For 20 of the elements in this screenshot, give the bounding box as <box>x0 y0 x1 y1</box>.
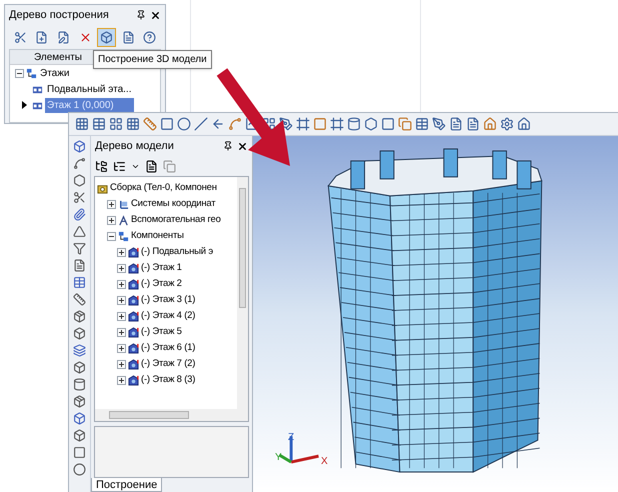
tree-item[interactable]: Вспомогательная гео <box>131 212 221 228</box>
tree-item[interactable]: Сборка (Тел-0, Компонен <box>110 180 217 196</box>
tree-item[interactable]: (-) Подвальный э <box>141 244 213 260</box>
tree-item[interactable]: (-) Этаж 6 (1) <box>141 340 196 356</box>
panel-title: Дерево модели <box>95 138 175 154</box>
tree-item[interactable]: Компоненты <box>131 228 184 244</box>
tooltip: Построение 3D модели <box>93 50 212 69</box>
panel-tab[interactable]: Построение <box>91 478 162 492</box>
tree-item[interactable]: (-) Этаж 3 (1) <box>141 292 196 308</box>
axis-label: X <box>321 455 328 469</box>
tree-item[interactable]: (-) Этаж 5 <box>141 324 182 340</box>
tree-item[interactable]: (-) Этаж 4 (2) <box>141 308 196 324</box>
tree-item[interactable]: Этажи <box>39 66 70 80</box>
tree-item[interactable]: (-) Этаж 7 (2) <box>141 356 196 372</box>
tree-item[interactable]: (-) Этаж 8 (3) <box>141 372 196 388</box>
tree-item[interactable]: (-) Этаж 2 <box>141 276 182 292</box>
tree-item[interactable]: (-) Этаж 1 <box>141 260 182 276</box>
tree-item[interactable]: Системы координат <box>131 196 216 212</box>
tree-item[interactable]: Подвальный эта... <box>45 82 134 96</box>
panel-title: Дерево построения <box>9 8 110 23</box>
